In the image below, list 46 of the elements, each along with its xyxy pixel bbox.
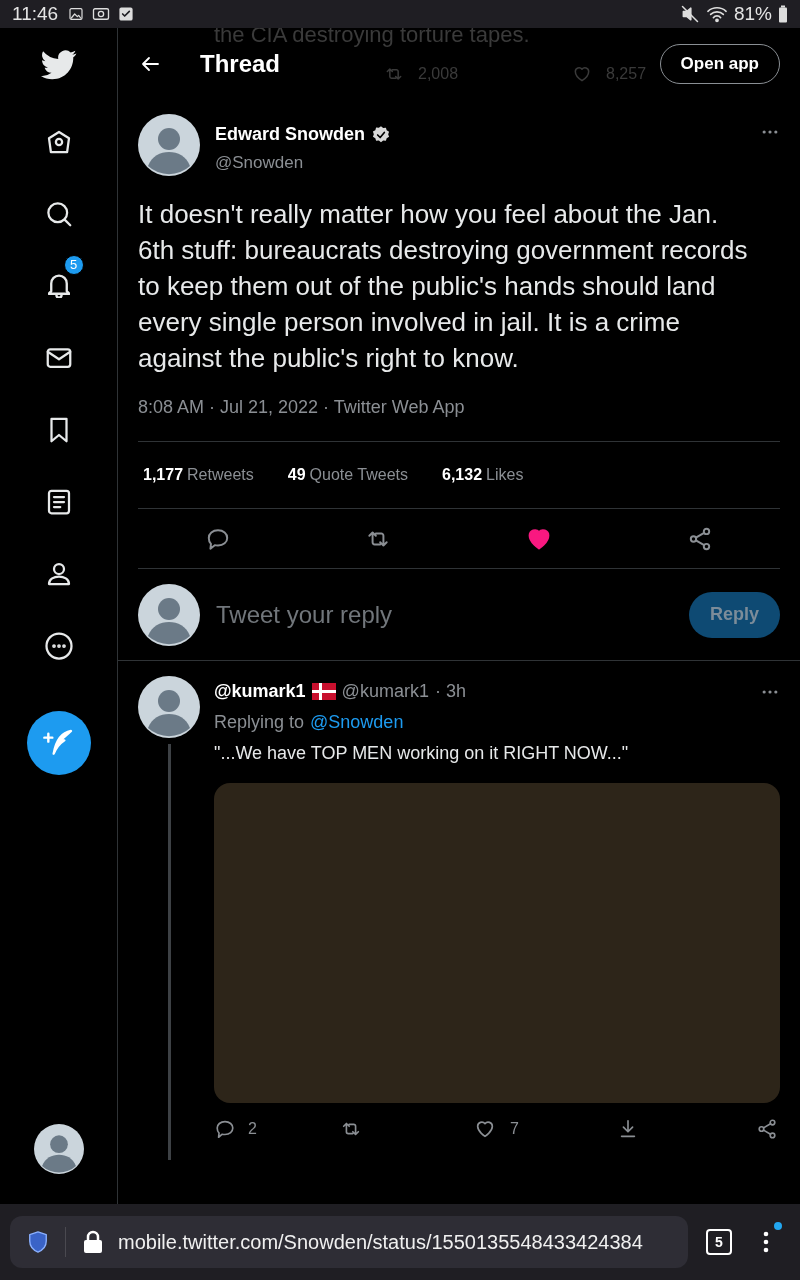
- author-avatar[interactable]: [138, 114, 200, 176]
- reply-text: "...We have TOP MEN working on it RIGHT NOW...": [214, 742, 630, 765]
- share-icon[interactable]: [687, 525, 713, 552]
- reply-author-handle: @kumark1: [341, 680, 429, 703]
- image-icon: [68, 6, 85, 22]
- user-avatar[interactable]: [138, 583, 200, 646]
- shield-icon[interactable]: [27, 1230, 49, 1254]
- tweet-timestamp: 8:08 AM · Jul 21, 2022 · Twitter Web App: [138, 396, 466, 419]
- bell-icon[interactable]: [47, 274, 70, 298]
- battery-icon: [778, 5, 788, 23]
- heart-icon: [572, 64, 592, 84]
- mute-icon: [679, 4, 700, 24]
- tabs-button[interactable]: 5: [706, 1229, 732, 1255]
- notification-badge: 5: [63, 255, 84, 275]
- reply-author-name: @kumark1: [214, 680, 306, 703]
- battery-percent: 81%: [733, 1, 772, 26]
- share-icon[interactable]: [756, 1118, 778, 1140]
- status-time: 11:46: [12, 1, 59, 26]
- reply-icon[interactable]: [214, 1118, 236, 1140]
- stat-link[interactable]: 1,177 Retweets: [143, 463, 254, 487]
- mention-link[interactable]: @Snowden: [310, 709, 404, 736]
- more-icon[interactable]: [43, 631, 74, 661]
- author-name: Edward Snowden: [215, 123, 365, 146]
- reply-time: · 3h: [434, 680, 466, 703]
- author-handle: @Snowden: [215, 152, 305, 174]
- replying-to-label: Replying to: [214, 711, 305, 734]
- like-count: 7: [510, 1119, 519, 1139]
- lock-icon: [82, 1230, 104, 1254]
- checkbox-icon: [118, 6, 135, 22]
- like-count: 8,257: [606, 64, 647, 84]
- page-title: Thread: [200, 49, 280, 79]
- menu-icon[interactable]: [762, 1230, 770, 1254]
- account-avatar[interactable]: [33, 1124, 84, 1174]
- address-bar[interactable]: mobile.twitter.com/Snowden/status/1550135548433424384: [10, 1216, 688, 1268]
- bird-logo-icon[interactable]: [40, 50, 77, 80]
- reply-count: 2: [248, 1119, 258, 1139]
- stat-link[interactable]: 6,132 Likes: [442, 463, 524, 487]
- camera-icon: [92, 6, 111, 22]
- wifi-icon: [705, 4, 728, 24]
- tweet-text: It doesn't really matter how you feel about the Jan. 6th stuff: bureaucrats destroying government records to keep them out of the public's hands should land every single person involved in jail. It is a crime against the public's right to know.: [138, 198, 749, 375]
- retweet-count: 2,008: [418, 64, 459, 84]
- reply-author-avatar[interactable]: [138, 676, 200, 738]
- heart-icon[interactable]: [474, 1118, 496, 1140]
- url-text: mobile.twitter.com/Snowden/status/1550135548433424384: [118, 1230, 643, 1255]
- flag-icon: [311, 683, 336, 700]
- stat-link[interactable]: 49 Quote Tweets: [287, 463, 408, 487]
